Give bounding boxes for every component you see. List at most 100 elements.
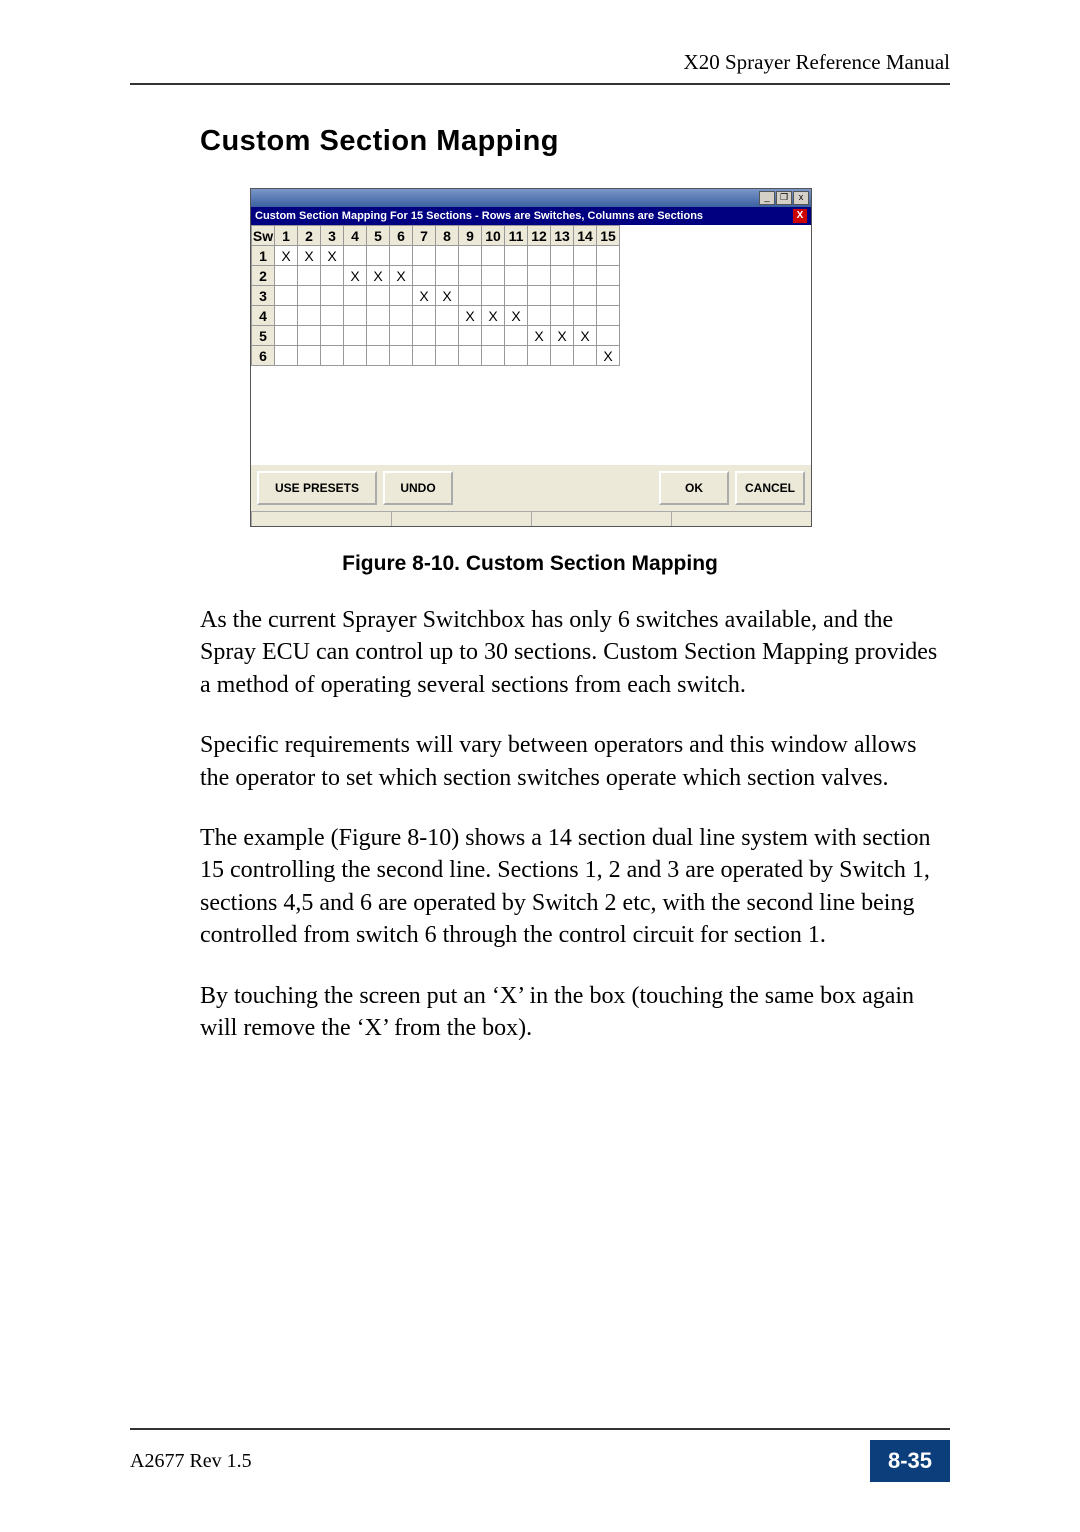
mapping-cell[interactable] (298, 286, 321, 306)
minimize-icon[interactable]: _ (759, 191, 775, 205)
mapping-cell[interactable] (574, 266, 597, 286)
mapping-cell[interactable] (390, 286, 413, 306)
mapping-cell[interactable] (321, 306, 344, 326)
mapping-cell[interactable] (413, 306, 436, 326)
mapping-cell[interactable] (275, 346, 298, 366)
mapping-cell[interactable]: X (436, 286, 459, 306)
mapping-cell[interactable] (551, 306, 574, 326)
dialog-window: _ ❐ x Custom Section Mapping For 15 Sect… (250, 188, 812, 527)
mapping-cell[interactable] (413, 246, 436, 266)
mapping-cell[interactable] (551, 266, 574, 286)
dialog-close-icon[interactable]: X (793, 209, 807, 223)
mapping-cell[interactable]: X (482, 306, 505, 326)
undo-button[interactable]: UNDO (383, 471, 453, 505)
mapping-cell[interactable] (482, 326, 505, 346)
mapping-cell[interactable] (482, 246, 505, 266)
mapping-cell[interactable] (597, 326, 620, 346)
mapping-cell[interactable]: X (367, 266, 390, 286)
mapping-cell[interactable] (551, 346, 574, 366)
mapping-cell[interactable] (344, 346, 367, 366)
mapping-cell[interactable] (298, 326, 321, 346)
mapping-cell[interactable] (367, 346, 390, 366)
mapping-cell[interactable] (436, 306, 459, 326)
mapping-cell[interactable] (413, 326, 436, 346)
mapping-cell[interactable] (413, 266, 436, 286)
mapping-cell[interactable] (413, 346, 436, 366)
mapping-cell[interactable] (574, 246, 597, 266)
mapping-cell[interactable] (390, 346, 413, 366)
mapping-cell[interactable] (436, 346, 459, 366)
mapping-cell[interactable] (344, 306, 367, 326)
mapping-cell[interactable] (298, 346, 321, 366)
mapping-cell[interactable]: X (298, 246, 321, 266)
mapping-cell[interactable] (459, 266, 482, 286)
mapping-cell[interactable] (436, 266, 459, 286)
mapping-cell[interactable] (574, 306, 597, 326)
use-presets-button[interactable]: USE PRESETS (257, 471, 377, 505)
mapping-cell[interactable] (275, 326, 298, 346)
mapping-cell[interactable] (597, 266, 620, 286)
mapping-cell[interactable]: X (574, 326, 597, 346)
mapping-cell[interactable] (551, 286, 574, 306)
mapping-cell[interactable] (390, 326, 413, 346)
mapping-cell[interactable]: X (321, 246, 344, 266)
mapping-cell[interactable] (597, 286, 620, 306)
mapping-cell[interactable] (344, 286, 367, 306)
mapping-cell[interactable] (298, 306, 321, 326)
mapping-cell[interactable] (344, 246, 367, 266)
mapping-cell[interactable] (459, 286, 482, 306)
mapping-cell[interactable] (275, 306, 298, 326)
mapping-cell[interactable] (298, 266, 321, 286)
mapping-cell[interactable] (344, 326, 367, 346)
mapping-cell[interactable]: X (344, 266, 367, 286)
mapping-cell[interactable]: X (528, 326, 551, 346)
mapping-cell[interactable] (321, 326, 344, 346)
mapping-cell[interactable] (436, 326, 459, 346)
close-icon[interactable]: x (793, 191, 809, 205)
mapping-cell[interactable] (367, 326, 390, 346)
mapping-cell[interactable] (390, 246, 413, 266)
ok-button[interactable]: OK (659, 471, 729, 505)
mapping-cell[interactable] (459, 346, 482, 366)
mapping-cell[interactable] (459, 246, 482, 266)
mapping-cell[interactable] (390, 306, 413, 326)
mapping-cell[interactable]: X (505, 306, 528, 326)
mapping-cell[interactable] (482, 286, 505, 306)
mapping-cell[interactable] (505, 266, 528, 286)
mapping-cell[interactable] (528, 246, 551, 266)
mapping-cell[interactable] (367, 286, 390, 306)
dialog-header-bar: Custom Section Mapping For 15 Sections -… (251, 207, 811, 225)
mapping-cell[interactable]: X (551, 326, 574, 346)
mapping-cell[interactable] (482, 266, 505, 286)
mapping-cell[interactable] (505, 246, 528, 266)
mapping-cell[interactable] (321, 346, 344, 366)
mapping-cell[interactable] (275, 286, 298, 306)
maximize-icon[interactable]: ❐ (776, 191, 792, 205)
mapping-cell[interactable]: X (459, 306, 482, 326)
mapping-cell[interactable] (275, 266, 298, 286)
mapping-cell[interactable] (505, 286, 528, 306)
mapping-cell[interactable] (574, 346, 597, 366)
mapping-cell[interactable] (321, 286, 344, 306)
mapping-cell[interactable] (528, 286, 551, 306)
mapping-cell[interactable] (367, 246, 390, 266)
mapping-cell[interactable] (482, 346, 505, 366)
cancel-button[interactable]: CANCEL (735, 471, 805, 505)
mapping-cell[interactable] (459, 326, 482, 346)
mapping-cell[interactable] (551, 246, 574, 266)
mapping-cell[interactable] (367, 306, 390, 326)
mapping-cell[interactable] (505, 326, 528, 346)
mapping-cell[interactable] (505, 346, 528, 366)
mapping-cell[interactable]: X (413, 286, 436, 306)
mapping-cell[interactable]: X (597, 346, 620, 366)
mapping-cell[interactable] (574, 286, 597, 306)
mapping-cell[interactable] (597, 246, 620, 266)
mapping-cell[interactable] (528, 266, 551, 286)
mapping-cell[interactable] (597, 306, 620, 326)
mapping-cell[interactable] (436, 246, 459, 266)
mapping-cell[interactable] (528, 346, 551, 366)
mapping-cell[interactable]: X (275, 246, 298, 266)
mapping-cell[interactable] (321, 266, 344, 286)
mapping-cell[interactable]: X (390, 266, 413, 286)
mapping-cell[interactable] (528, 306, 551, 326)
